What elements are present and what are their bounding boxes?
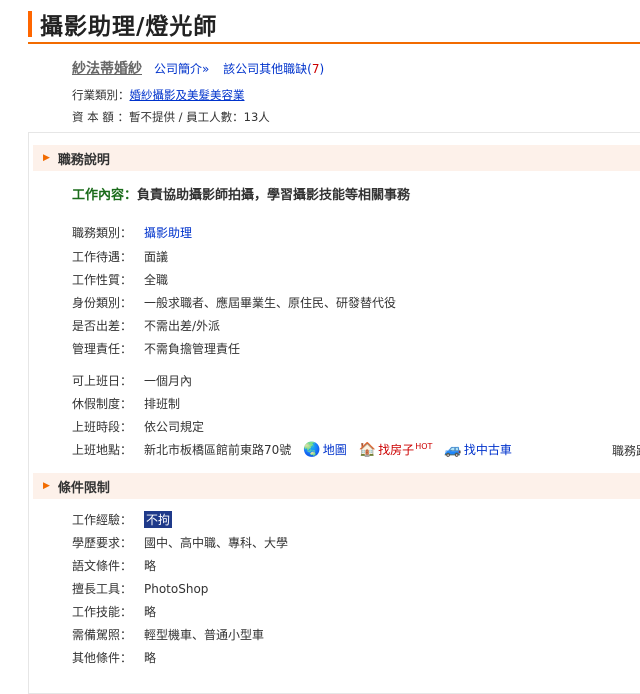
capital-value: 暫不提供 / 員工人數：13人 [128, 110, 270, 124]
section-header-job: ▶ 職務說明 [33, 145, 640, 171]
map-link[interactable]: 地圖 [323, 441, 347, 458]
description-value: 負責協助攝影師拍攝，學習攝影技能等相關事務 [137, 188, 411, 203]
row-label: 上班地點： [72, 443, 133, 457]
row-value: 排班制 [144, 397, 181, 411]
location-links: 🌏 地圖 🏠 找房子HOT 🚙 找中古車 [303, 441, 524, 458]
row-label: 需備駕照： [72, 628, 133, 642]
row-value: 略 [144, 605, 157, 619]
page-title: 攝影助理/燈光師 [28, 8, 217, 40]
row-label: 學歷要求： [72, 536, 133, 550]
row-value: 依公司規定 [144, 420, 205, 434]
section-title-conditions: 條件限制 [57, 480, 110, 496]
job-row-management: 管理責任： 不需負擔管理責任 [72, 340, 240, 357]
other-jobs-text: 該公司其他職缺( [223, 62, 312, 76]
row-label: 管理責任： [72, 342, 133, 356]
row-label: 休假制度： [72, 397, 133, 411]
other-jobs-close: ) [319, 62, 325, 76]
row-label: 上班時段： [72, 420, 133, 434]
row-value: 全職 [144, 273, 169, 287]
industry-label: 行業類別： [72, 88, 130, 102]
row-value: 一般求職者、應屆畢業生、原住民、研發替代役 [144, 296, 397, 310]
job-row-salary: 工作待遇： 面議 [72, 248, 168, 265]
find-house-text: 找房子 [378, 443, 415, 457]
other-jobs-count: 7 [311, 62, 320, 76]
row-label: 可上班日： [72, 374, 133, 388]
row-label: 擅長工具： [72, 582, 133, 596]
cond-row-skills: 工作技能： 略 [72, 603, 156, 620]
row-label: 工作經驗： [72, 513, 133, 527]
job-row-nature: 工作性質： 全職 [72, 271, 168, 288]
job-category-link[interactable]: 攝影助理 [144, 224, 192, 241]
title-accent-bar [28, 11, 32, 37]
location-address: 新北市板橋區館前東路70號 [144, 443, 292, 457]
capital-label: 資 本 額 ： [72, 110, 129, 124]
title-divider [28, 42, 640, 44]
job-description: 工作內容：負責協助攝影師拍攝，學習攝影技能等相關事務 [72, 184, 410, 203]
row-label: 工作技能： [72, 605, 133, 619]
row-value: 不需出差/外派 [144, 319, 221, 333]
row-value: PhotoShop [144, 581, 209, 596]
job-title: 攝影助理/燈光師 [40, 14, 218, 40]
company-header: 紗法蒂婚紗 公司簡介» 該公司其他職缺(7) [72, 58, 334, 78]
row-value: 略 [144, 651, 157, 665]
cond-row-language: 語文條件： 略 [72, 557, 156, 574]
row-value: 輕型機車、普通小型車 [144, 628, 265, 642]
job-link-cutoff[interactable]: 職務跟 [612, 442, 640, 459]
industry-link[interactable]: 婚紗攝影及美髮美容業 [130, 88, 245, 102]
cond-row-other: 其他條件： 略 [72, 649, 156, 666]
section-arrow-icon: ▶ [43, 481, 50, 491]
row-value: 國中、高中職、專科、大學 [144, 536, 289, 550]
find-used-car-link[interactable]: 找中古車 [464, 441, 512, 458]
row-label: 職務類別： [72, 226, 133, 240]
row-label: 身份類別： [72, 296, 133, 310]
job-row-travel: 是否出差： 不需出差/外派 [72, 317, 220, 334]
job-row-vacation: 休假制度： 排班制 [72, 395, 180, 412]
row-value: 不拘 [144, 511, 173, 528]
job-row-identity: 身份類別： 一般求職者、應屆畢業生、原住民、研發替代役 [72, 294, 396, 311]
row-value: 一個月內 [144, 374, 193, 388]
job-row-category: 職務類別： 攝影助理 [72, 224, 192, 241]
other-jobs-link[interactable]: 該公司其他職缺(7) [223, 62, 324, 76]
cond-row-experience: 工作經驗： 不拘 [72, 511, 173, 528]
industry-line: 行業類別：婚紗攝影及美髮美容業 [72, 87, 245, 103]
row-value: 不需負擔管理責任 [144, 342, 241, 356]
car-icon: 🚙 [444, 441, 462, 458]
row-label: 工作性質： [72, 273, 133, 287]
row-value: 略 [144, 559, 157, 573]
row-label: 是否出差： [72, 319, 133, 333]
row-value: 面議 [144, 250, 169, 264]
find-house-link[interactable]: 找房子HOT [378, 441, 432, 458]
hot-badge: HOT [415, 442, 433, 451]
row-label: 工作待遇： [72, 250, 133, 264]
job-row-hours: 上班時段： 依公司規定 [72, 418, 204, 435]
section-title-job: 職務說明 [57, 152, 110, 168]
company-name-link[interactable]: 紗法蒂婚紗 [72, 58, 142, 78]
section-header-conditions: ▶ 條件限制 [33, 473, 640, 499]
cond-row-tools: 擅長工具： PhotoShop [72, 580, 208, 597]
row-label: 其他條件： [72, 651, 133, 665]
section-arrow-icon: ▶ [43, 153, 50, 163]
globe-icon: 🌏 [303, 441, 321, 458]
company-intro-link[interactable]: 公司簡介» [154, 62, 209, 76]
description-label: 工作內容： [72, 188, 138, 203]
capital-line: 資 本 額 ：暫不提供 / 員工人數：13人 [72, 109, 270, 125]
cond-row-license: 需備駕照： 輕型機車、普通小型車 [72, 626, 264, 643]
cond-row-education: 學歷要求： 國中、高中職、專科、大學 [72, 534, 288, 551]
house-icon: 🏠 [358, 441, 377, 458]
job-row-location: 上班地點： 新北市板橋區館前東路70號 🌏 地圖 🏠 找房子HOT 🚙 找中古車 [72, 441, 524, 458]
row-label: 語文條件： [72, 559, 133, 573]
job-row-start-date: 可上班日： 一個月內 [72, 372, 192, 389]
